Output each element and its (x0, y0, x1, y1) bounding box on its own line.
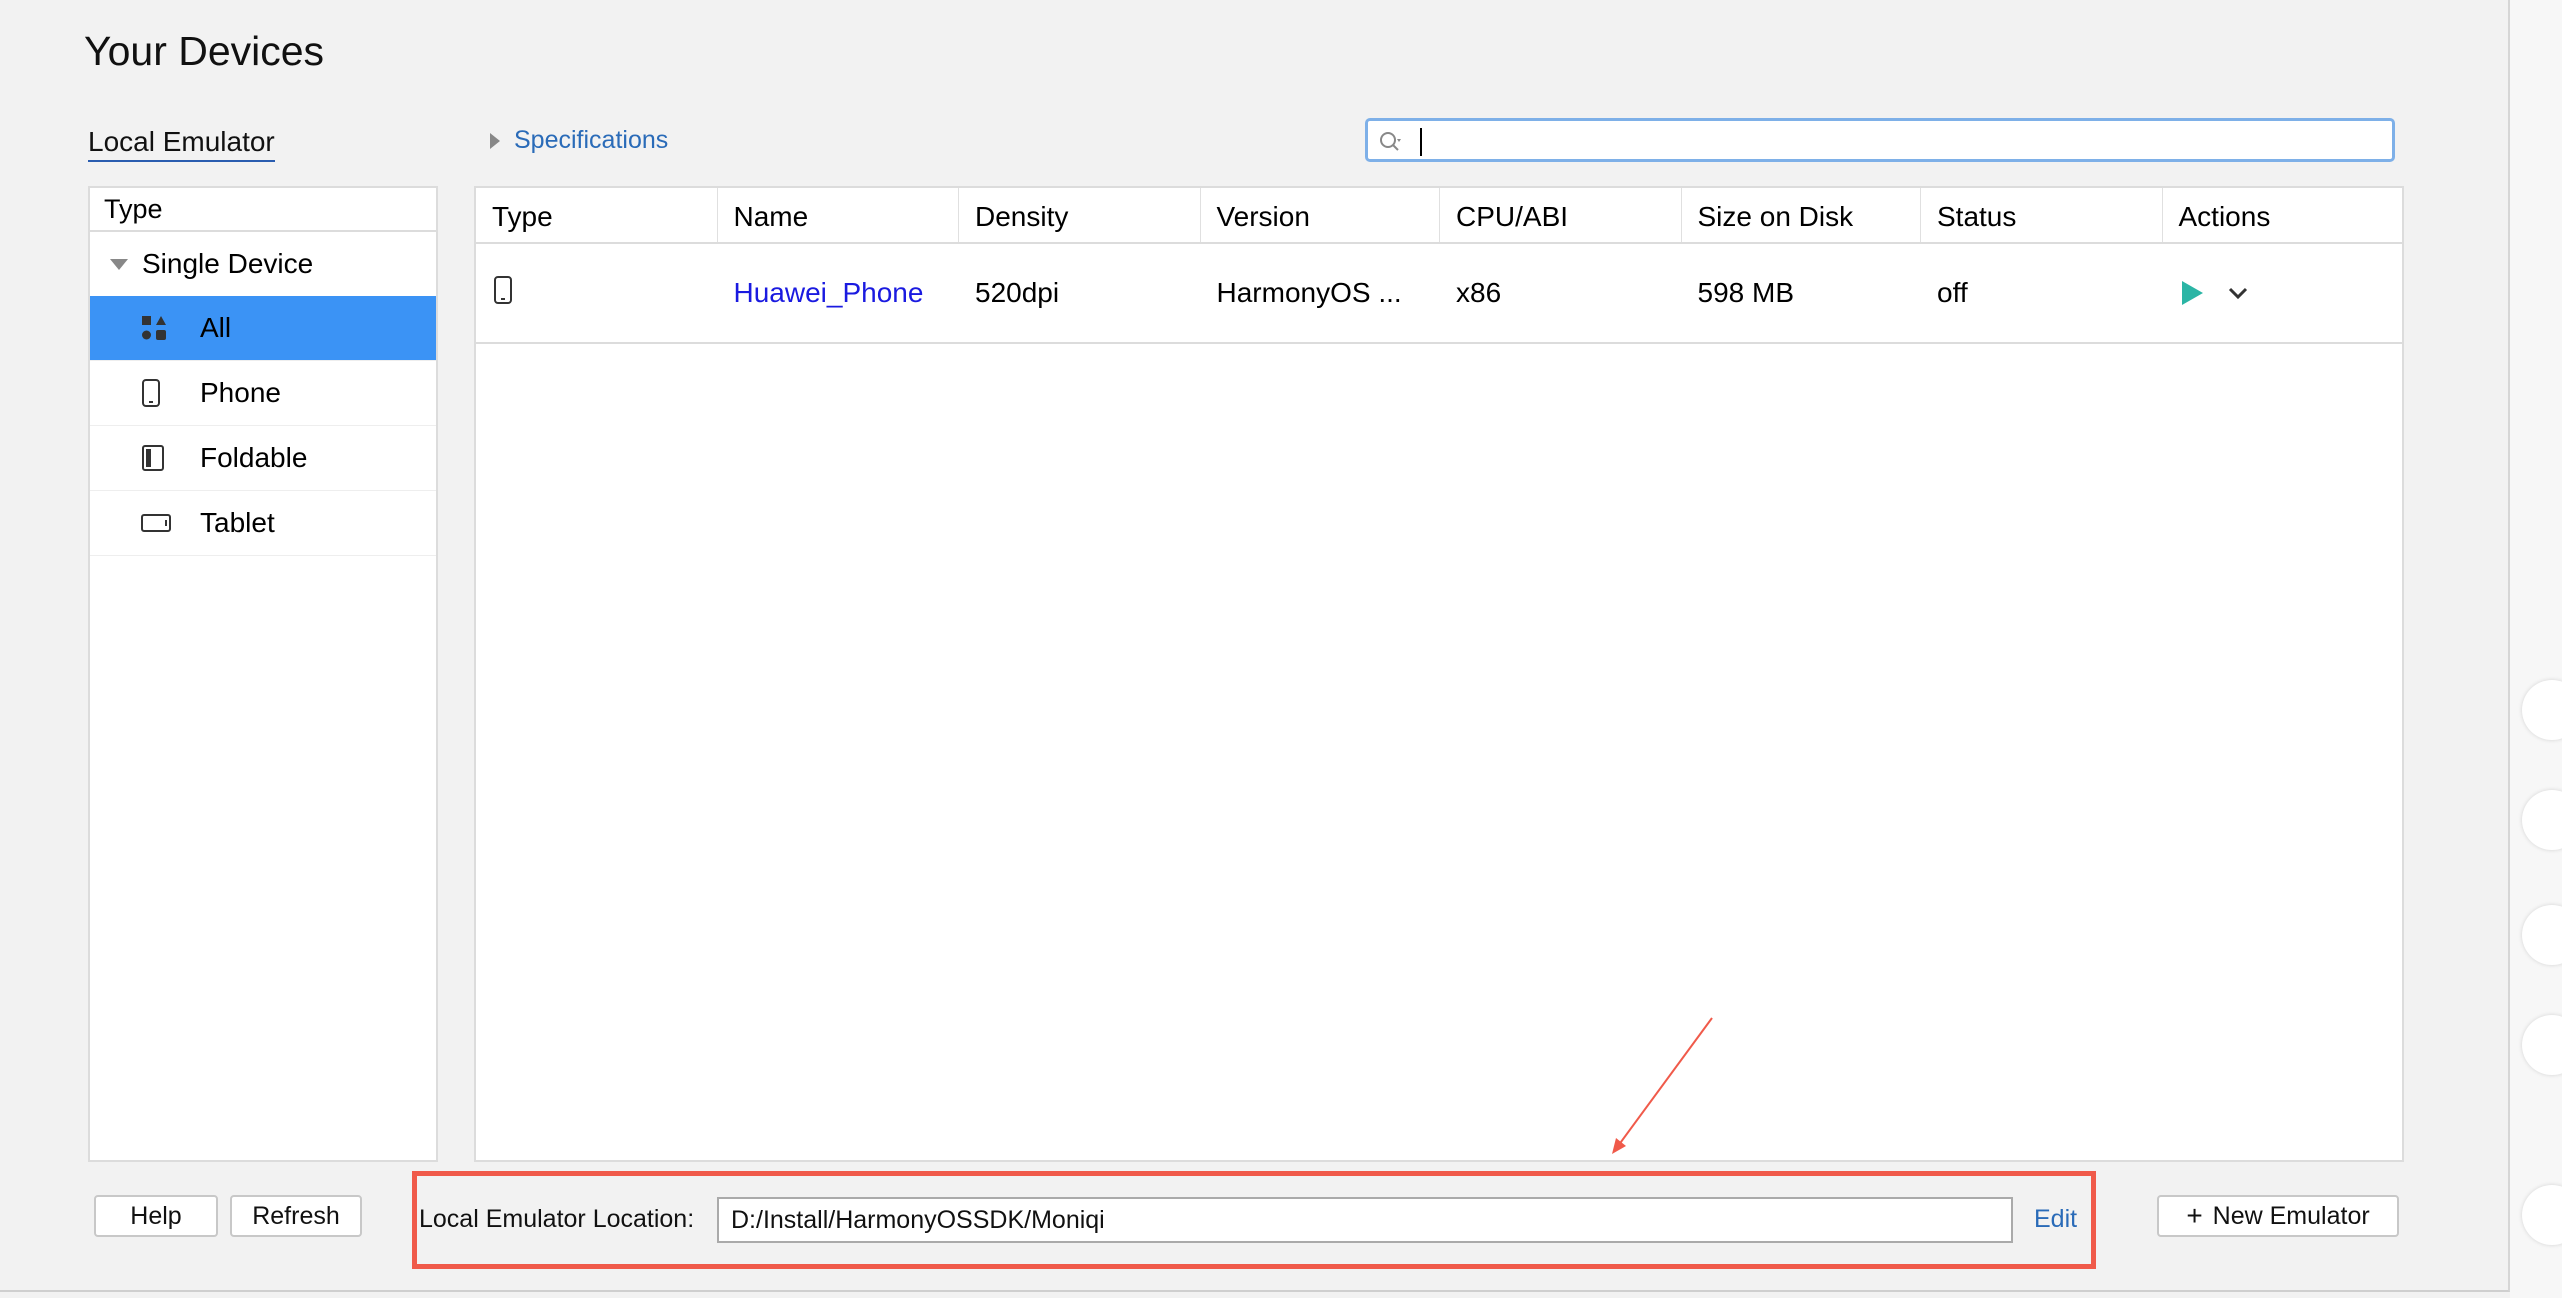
location-label: Local Emulator Location: (419, 1205, 695, 1233)
sidebar-item-label: All (200, 312, 232, 343)
column-header-size[interactable]: Size on Disk (1682, 188, 1921, 242)
location-field[interactable]: D:/Install/HarmonyOSSDK/Moniqi (717, 1197, 2013, 1243)
version-cell: HarmonyOS ... (1216, 277, 1402, 308)
new-emulator-button[interactable]: + New Emulator (2157, 1195, 2399, 1237)
column-header-status[interactable]: Status (1921, 188, 2163, 242)
device-manager-dialog: Your Devices Local Emulator Specificatio… (0, 0, 2510, 1292)
edit-location-link[interactable]: Edit (2034, 1205, 2077, 1234)
column-header-version[interactable]: Version (1201, 188, 1440, 242)
density-cell: 520dpi (975, 277, 1060, 308)
foldable-icon (140, 444, 200, 472)
sidebar-item-tablet[interactable]: Tablet (90, 491, 436, 556)
collapse-triangle-icon (110, 258, 128, 270)
help-button[interactable]: Help (94, 1195, 218, 1237)
column-header-cpu[interactable]: CPU/ABI (1440, 188, 1682, 242)
device-type-cell (476, 275, 718, 312)
column-header-density[interactable]: Density (959, 188, 1201, 242)
play-icon[interactable] (2179, 279, 2205, 307)
phone-icon (494, 275, 512, 304)
sidebar-item-phone[interactable]: Phone (90, 361, 436, 426)
page-title: Your Devices (84, 28, 325, 74)
chevron-down-icon[interactable] (2227, 285, 2249, 301)
device-name-link[interactable]: Huawei_Phone (718, 277, 960, 309)
table-header: Type Name Density Version CPU/ABI Size o… (476, 188, 2402, 244)
side-toolbar (2510, 0, 2562, 1298)
status-cell: off (1937, 277, 1968, 308)
tablet-icon (140, 511, 200, 535)
actions-cell (2163, 279, 2403, 307)
single-device-group[interactable]: Single Device (90, 232, 436, 296)
expand-triangle-icon (490, 132, 500, 149)
sidebar-item-label: Foldable (200, 442, 308, 473)
search-icon (1380, 132, 1401, 151)
type-header: Type (90, 188, 436, 232)
cpu-cell: x86 (1456, 277, 1502, 308)
search-box[interactable] (1365, 118, 2395, 162)
new-emulator-label: New Emulator (2212, 1201, 2370, 1230)
sidebar-item-label: Phone (200, 377, 281, 408)
group-label: Single Device (142, 248, 314, 279)
tab-local-emulator[interactable]: Local Emulator (88, 126, 275, 162)
sidebar-item-label: Tablet (200, 507, 275, 538)
refresh-button[interactable]: Refresh (230, 1195, 362, 1237)
plus-icon: + (2186, 1200, 2203, 1231)
annotation-arrow (1612, 1017, 1713, 1154)
specifications-label: Specifications (514, 126, 669, 154)
table-row[interactable]: Huawei_Phone 520dpi HarmonyOS ... x86 59… (476, 244, 2402, 344)
size-cell: 598 MB (1697, 277, 1795, 308)
devices-table: Type Name Density Version CPU/ABI Size o… (474, 186, 2404, 1162)
column-header-actions: Actions (2178, 201, 2271, 232)
phone-icon (140, 378, 200, 408)
sidebar-item-all[interactable]: All (90, 296, 436, 361)
column-header-name[interactable]: Name (718, 188, 959, 242)
column-header-type[interactable]: Type (476, 188, 718, 242)
search-input[interactable] (1428, 125, 2382, 157)
text-cursor (1420, 128, 1422, 156)
grid-icon (140, 314, 200, 342)
sidebar-item-foldable[interactable]: Foldable (90, 426, 436, 491)
specifications-toggle[interactable]: Specifications (490, 126, 668, 155)
device-type-panel: Type Single Device All Phone Foldable Ta… (88, 186, 438, 1162)
